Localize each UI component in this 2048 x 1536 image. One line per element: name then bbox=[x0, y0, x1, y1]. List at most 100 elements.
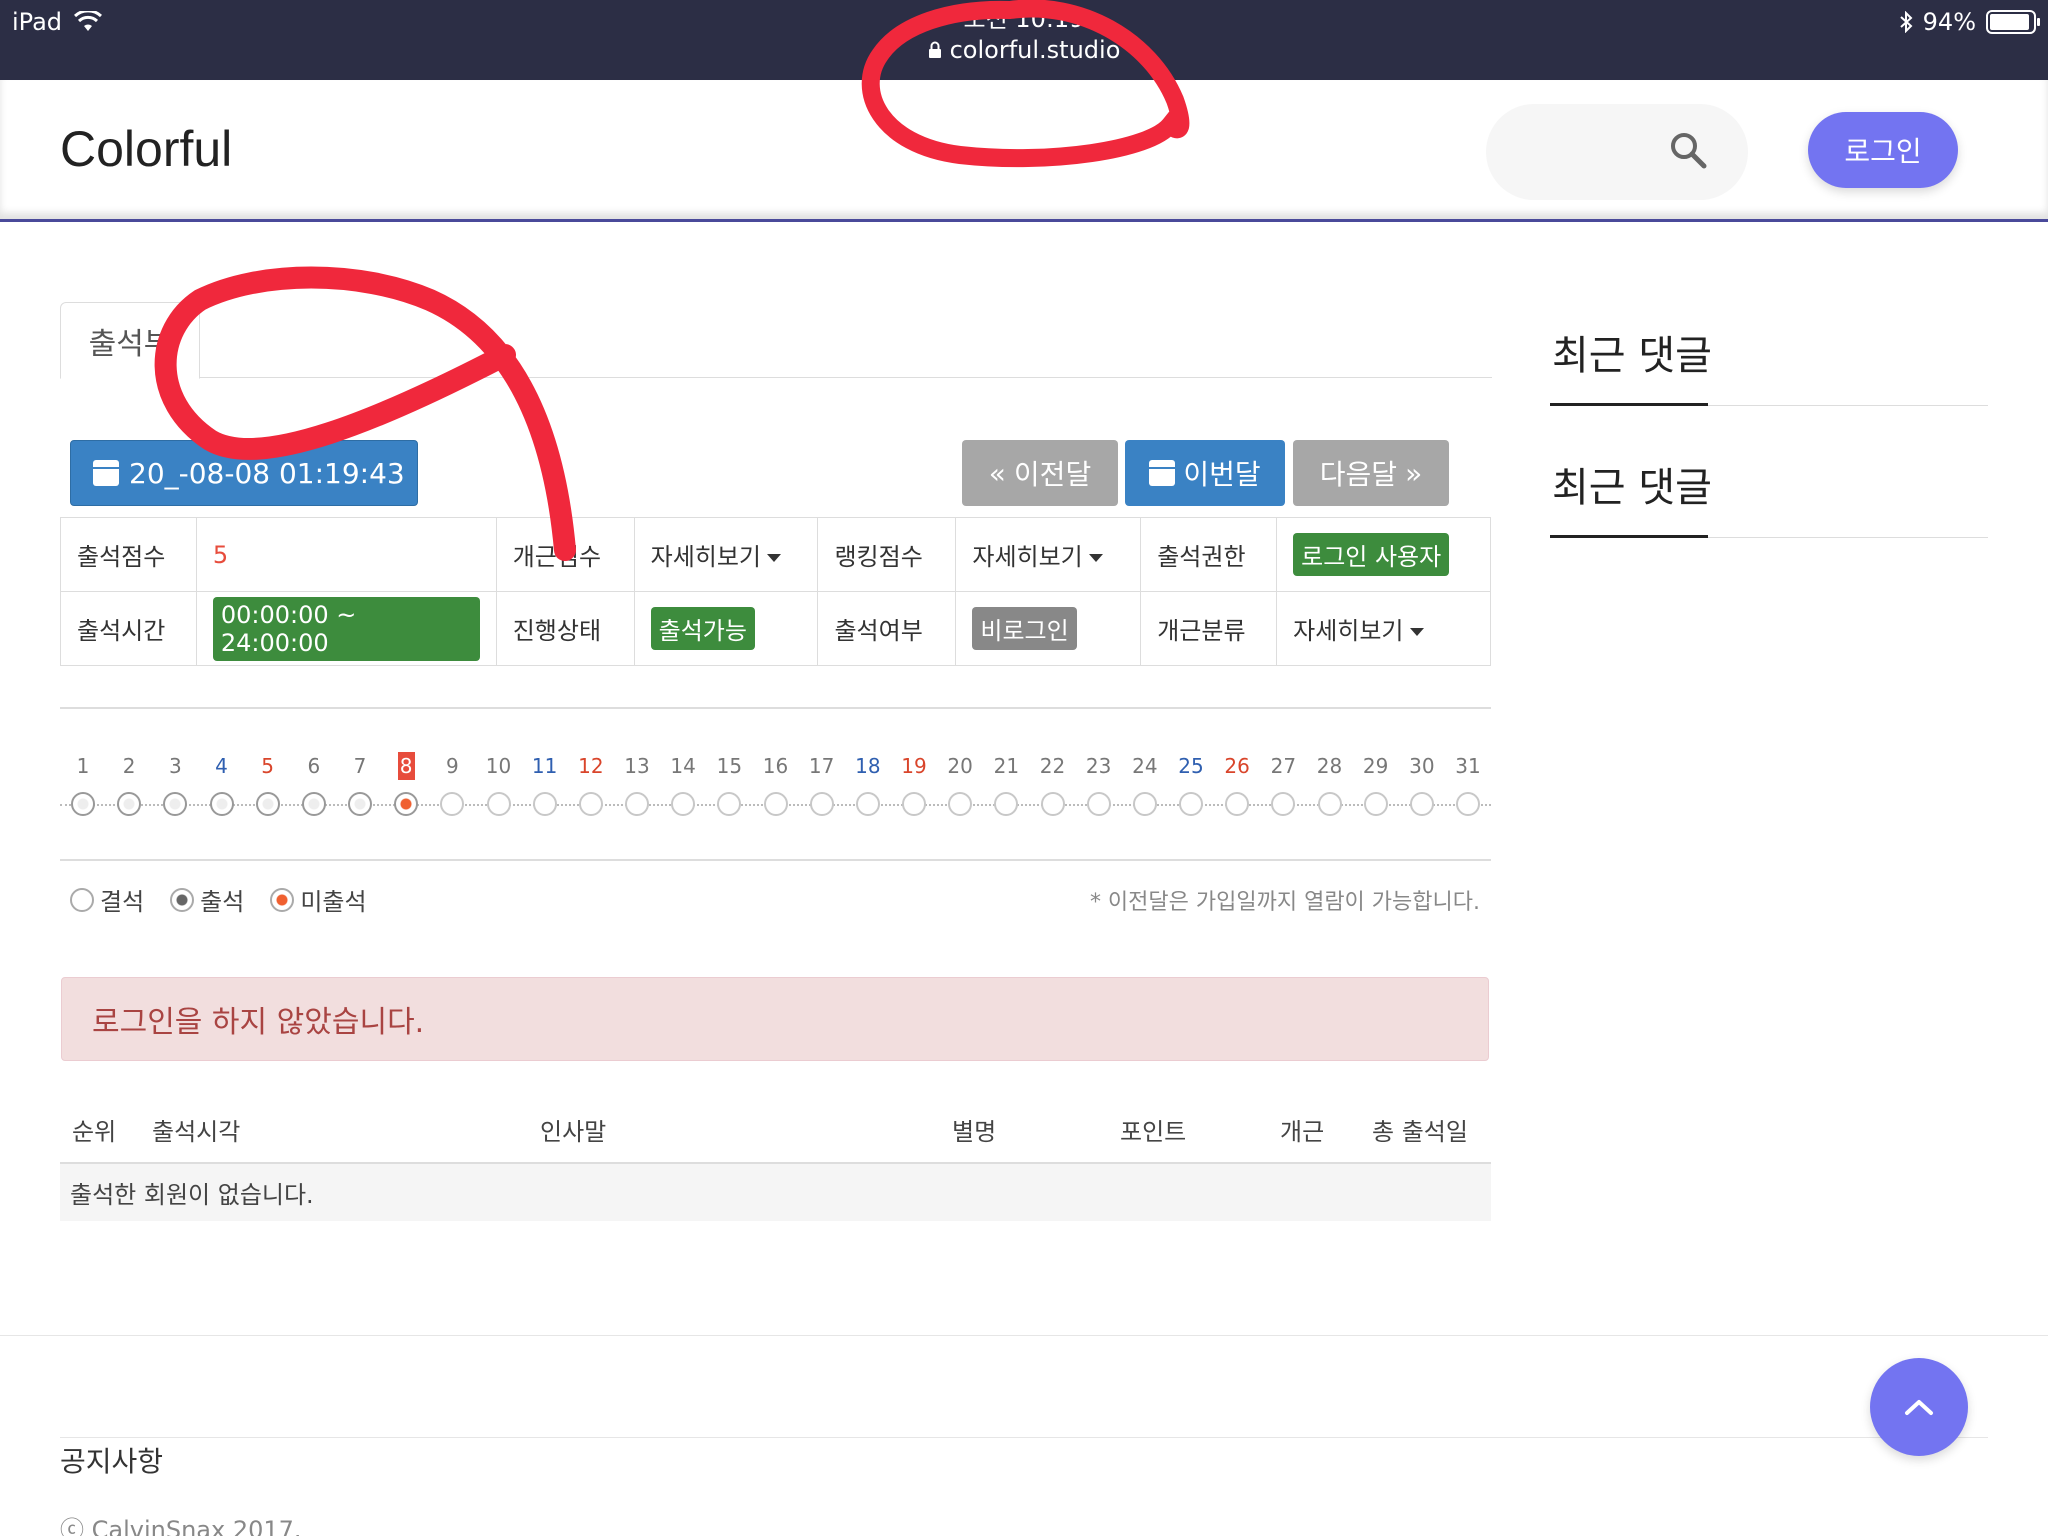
double-chevron-right-icon: » bbox=[1405, 456, 1423, 490]
calendar-day[interactable]: 16 bbox=[753, 752, 799, 816]
divider bbox=[60, 859, 1491, 861]
calendar-day[interactable]: 7 bbox=[337, 752, 383, 816]
calendar-day[interactable]: 10 bbox=[476, 752, 522, 816]
attendance-dot-icon bbox=[394, 792, 419, 816]
calendar-day[interactable]: 15 bbox=[706, 752, 752, 816]
calendar-day[interactable]: 24 bbox=[1122, 752, 1168, 816]
calendar-day[interactable]: 18 bbox=[845, 752, 891, 816]
this-month-button[interactable]: 이번달 bbox=[1125, 440, 1285, 506]
url-bar[interactable]: colorful.studio bbox=[928, 34, 1121, 66]
title-underline bbox=[1550, 535, 1708, 538]
attendance-dot-icon bbox=[255, 792, 280, 816]
calendar-day-number: 26 bbox=[1224, 754, 1250, 778]
day-strip: 1 2 3 4 5 6 7 8 9 10 11 12 13 14 15 16 17 18 19 20 21 22 23 24 2… bbox=[60, 752, 1491, 832]
calendar-day[interactable]: 4 bbox=[199, 752, 245, 816]
calendar-day[interactable]: 13 bbox=[614, 752, 660, 816]
calendar-day[interactable]: 9 bbox=[429, 752, 475, 816]
calendar-day[interactable]: 17 bbox=[799, 752, 845, 816]
calendar-day[interactable]: 19 bbox=[891, 752, 937, 816]
attendance-time-label: 출석시간 bbox=[60, 591, 197, 666]
calendar-day-number: 22 bbox=[1039, 754, 1066, 778]
radio-orange-icon bbox=[270, 887, 295, 912]
calendar-day-number: 23 bbox=[1085, 754, 1112, 778]
streak-type-detail[interactable]: 자세히보기 bbox=[1276, 591, 1491, 666]
calendar-day[interactable]: 5 bbox=[245, 752, 291, 816]
login-button[interactable]: 로그인 bbox=[1808, 112, 1958, 188]
calendar-icon bbox=[93, 460, 119, 486]
calendar-day[interactable]: 14 bbox=[660, 752, 706, 816]
attendance-dot-icon bbox=[301, 792, 326, 816]
calendar-day[interactable]: 27 bbox=[1260, 752, 1306, 816]
calendar-day[interactable]: 23 bbox=[1076, 752, 1122, 816]
calendar-day-number: 7 bbox=[353, 754, 367, 778]
calendar-day-number: 1 bbox=[76, 754, 90, 778]
col-greeting: 인사말 bbox=[420, 1097, 940, 1164]
prev-month-button[interactable]: « 이전달 bbox=[962, 440, 1118, 506]
search-input[interactable] bbox=[1486, 104, 1748, 200]
attendance-dot-icon bbox=[1086, 792, 1111, 816]
calendar-day[interactable]: 2 bbox=[106, 752, 152, 816]
next-month-button[interactable]: 다음달 » bbox=[1293, 440, 1449, 506]
calendar-day[interactable]: 29 bbox=[1353, 752, 1399, 816]
site-logo[interactable]: Colorful bbox=[60, 120, 232, 178]
attendance-dot-icon bbox=[1179, 792, 1203, 816]
attendance-dot-icon bbox=[994, 792, 1019, 816]
attendance-dot-icon bbox=[1456, 792, 1480, 816]
calendar-day[interactable]: 8 bbox=[383, 752, 429, 816]
current-datetime-button[interactable]: 20_-08-08 01:19:43 bbox=[70, 440, 418, 506]
attendance-dot-icon bbox=[625, 792, 649, 816]
calendar-day[interactable]: 31 bbox=[1445, 752, 1491, 816]
calendar-day-number: 19 bbox=[901, 754, 927, 778]
calendar-day-number: 30 bbox=[1409, 754, 1435, 778]
attendance-dot-icon bbox=[763, 792, 788, 816]
attendance-permission-value: 로그인 사용자 bbox=[1276, 517, 1491, 592]
col-total: 총 출석일 bbox=[1360, 1097, 1491, 1164]
calendar-day-number: 10 bbox=[485, 754, 512, 778]
attendance-dot-icon bbox=[1271, 792, 1296, 816]
attendance-dot-icon bbox=[348, 792, 372, 816]
calendar-day-number: 29 bbox=[1362, 754, 1389, 778]
calendar-day[interactable]: 30 bbox=[1399, 752, 1445, 816]
streak-score-detail[interactable]: 자세히보기 bbox=[633, 517, 819, 592]
calendar-day[interactable]: 6 bbox=[291, 752, 337, 816]
attendance-dot-icon bbox=[209, 792, 234, 816]
tab-attendance[interactable]: 출석부 bbox=[60, 302, 200, 379]
attendance-ranking-table: 순위 출석시각 인사말 별명 포인트 개근 총 출석일 출석한 회원이 없습니다… bbox=[60, 1097, 1491, 1221]
ranking-score-detail[interactable]: 자세히보기 bbox=[955, 517, 1142, 592]
calendar-day[interactable]: 21 bbox=[983, 752, 1029, 816]
calendar-day[interactable]: 26 bbox=[1214, 752, 1260, 816]
calendar-day[interactable]: 3 bbox=[152, 752, 198, 816]
info-row: 출석점수 5 개근점수 자세히보기 랭킹점수 자세히보기 출석권한 로그인 사용… bbox=[60, 517, 1491, 592]
next-month-label: 다음달 bbox=[1319, 458, 1398, 491]
calendar-day[interactable]: 11 bbox=[522, 752, 568, 816]
calendar-day-number: 20 bbox=[947, 754, 973, 778]
attendance-dot-icon bbox=[948, 792, 973, 816]
notice-title[interactable]: 공지사항 bbox=[60, 1440, 163, 1480]
scroll-top-button[interactable] bbox=[1870, 1358, 1968, 1456]
calendar-day[interactable]: 1 bbox=[60, 752, 106, 816]
url-text: colorful.studio bbox=[949, 36, 1121, 64]
attendance-dot-icon bbox=[1317, 792, 1342, 816]
calendar-day[interactable]: 20 bbox=[937, 752, 983, 816]
sidebar-section: 최근 댓글 bbox=[1550, 310, 1988, 406]
calendar-day[interactable]: 22 bbox=[1030, 752, 1076, 816]
battery-percent: 94% bbox=[1922, 8, 1976, 36]
search-icon[interactable] bbox=[1668, 130, 1708, 170]
table-header-row: 순위 출석시각 인사말 별명 포인트 개근 총 출석일 bbox=[60, 1097, 1491, 1164]
site-header: Colorful 로그인 bbox=[0, 80, 2048, 222]
legend-not-attended: 미출석 bbox=[270, 882, 367, 917]
attendance-dot-icon bbox=[1225, 792, 1250, 816]
calendar-day[interactable]: 25 bbox=[1168, 752, 1214, 816]
calendar-day-number: 9 bbox=[445, 754, 459, 778]
prev-month-label: 이전달 bbox=[1013, 458, 1092, 491]
calendar-day[interactable]: 28 bbox=[1307, 752, 1353, 816]
attendance-info-table: 출석점수 5 개근점수 자세히보기 랭킹점수 자세히보기 출석권한 로그인 사용… bbox=[60, 517, 1491, 666]
attendance-dot-icon bbox=[1040, 792, 1065, 816]
calendar-day[interactable]: 12 bbox=[568, 752, 614, 816]
attendance-dot-icon bbox=[855, 792, 880, 816]
calendar-day-number: 14 bbox=[670, 754, 696, 778]
lock-icon bbox=[928, 41, 941, 58]
datetime-text: 20_-08-08 01:19:43 bbox=[129, 456, 405, 490]
progress-status-label: 진행상태 bbox=[495, 591, 635, 666]
legend: 결석 출석 미출석 bbox=[70, 882, 367, 917]
